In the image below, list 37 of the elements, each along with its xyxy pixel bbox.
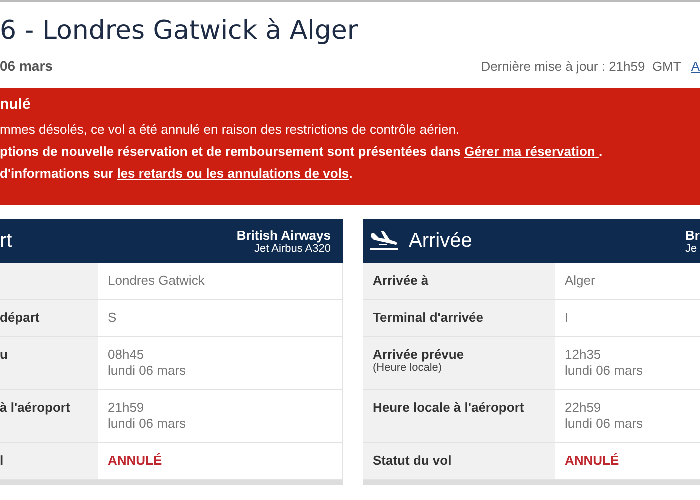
plane-landing-icon [369, 230, 399, 252]
alert-message: mmes désolés, ce vol a été annulé en raison des restrictions de contrôle aérien. [0, 121, 461, 138]
alert-message: ptions de nouvelle réservation et de remboursement sont présentées dans Gérer ma réservation . [0, 143, 604, 160]
alert-message: d'informations sur les retards ou les annulations de vols. [0, 165, 354, 182]
flight-date: 06 mars [0, 58, 53, 74]
field-label: Arrivée prévue [373, 347, 466, 362]
link[interactable]: les retards ou les annulations de vols [117, 166, 350, 181]
link[interactable]: A [691, 59, 700, 74]
field-label: départ [0, 310, 41, 325]
last-update-text: Dernière mise à jour : 21h59 GMT [481, 59, 682, 74]
field-label: l [0, 453, 5, 468]
field-label: Heure locale à l'aéroport [373, 400, 526, 415]
aircraft-type: Jet Airbus A320 [254, 242, 331, 254]
field-value: Alger [565, 273, 596, 289]
airline-name: Br [686, 228, 700, 242]
aircraft-type: Je [686, 242, 698, 254]
alert-title: nulé [0, 96, 32, 113]
field-value: 22h59 lundi 06 mars [565, 400, 644, 432]
status-value: ANNULÉ [108, 453, 164, 469]
field-value: S [108, 310, 118, 326]
field-label: à l'aéroport [0, 400, 72, 415]
card-title: Arrivée [409, 230, 472, 252]
field-hint: (Heure locale) [373, 362, 444, 374]
field-label: Terminal d'arrivée [373, 310, 485, 325]
field-value: I [565, 310, 570, 326]
link[interactable]: Gérer ma réservation [464, 144, 599, 159]
status-value: ANNULÉ [565, 453, 620, 469]
page-title: 6 - Londres Gatwick à Alger [0, 15, 360, 48]
field-label: u [0, 347, 9, 362]
field-value: 12h35 lundi 06 mars [565, 347, 644, 379]
card-title: rt [0, 230, 12, 252]
field-value: 08h45 lundi 06 mars [108, 347, 188, 379]
field-value: 21h59 lundi 06 mars [108, 400, 188, 432]
field-value: Londres Gatwick [108, 273, 206, 289]
field-label: Statut du vol [373, 453, 453, 468]
airline-name: British Airways [236, 228, 331, 242]
field-label: Arrivée à [373, 273, 430, 288]
